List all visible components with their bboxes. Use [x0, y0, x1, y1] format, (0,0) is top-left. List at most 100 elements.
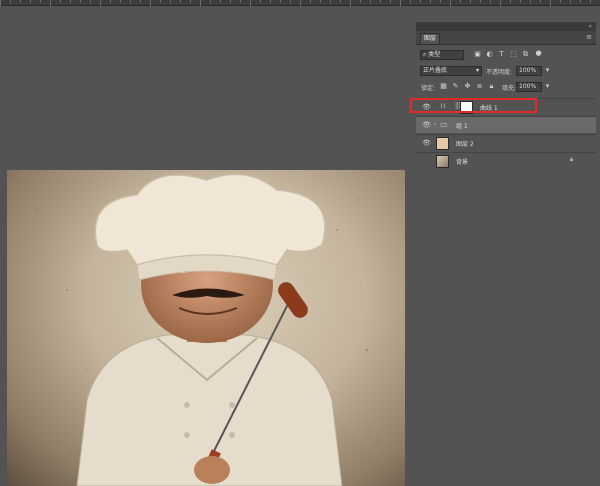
ruler-tick	[70, 0, 71, 3]
ruler-tick	[210, 0, 211, 3]
ruler-tick	[530, 0, 531, 3]
blend-mode-select[interactable]: 正片叠底 ▾	[420, 66, 482, 76]
layer-thumbnail[interactable]	[436, 137, 449, 150]
ruler-tick	[470, 0, 471, 3]
tab-layers[interactable]: 图层	[420, 33, 441, 44]
panel-header-strip: «	[416, 22, 596, 31]
filter-smart-object-icon[interactable]: ⧉	[522, 51, 529, 58]
ruler-tick	[410, 0, 411, 3]
ruler-tick	[390, 0, 391, 3]
ruler-tick	[570, 0, 571, 3]
ruler-tick	[350, 0, 351, 6]
filter-shape-icon[interactable]: ⬚	[510, 51, 517, 58]
layer-row-background[interactable]: ▫ 背景 🔒︎	[416, 152, 596, 169]
ruler-tick	[80, 0, 81, 3]
ruler-tick	[500, 0, 501, 6]
ruler-tick	[50, 0, 51, 6]
ruler-tick	[560, 0, 561, 3]
ruler-tick	[120, 0, 121, 3]
layer-row-group[interactable]: 👁︎ › ▭ 组 1	[416, 116, 596, 133]
ruler-tick	[590, 0, 591, 3]
lock-artboard-icon[interactable]: ⧈	[476, 83, 483, 90]
chevron-right-icon[interactable]: ›	[434, 121, 436, 128]
panel-menu-icon[interactable]: ≡	[586, 33, 592, 41]
ruler-tick	[250, 0, 251, 6]
filter-pixel-icon[interactable]: ▣	[474, 51, 481, 58]
layer-name: 图层 2	[456, 141, 474, 148]
ruler-tick	[480, 0, 481, 3]
ruler-tick	[230, 0, 231, 3]
layer-name: 背景	[456, 159, 469, 166]
visibility-toggle-hidden[interactable]: ▫	[422, 157, 427, 165]
fill-dropdown-icon[interactable]: ▾	[544, 83, 551, 90]
lock-row: 锁定: ▦ ✎ ✥ ⧈ 🔒︎ 填充: 100% ▾	[416, 80, 596, 95]
filter-type-icon[interactable]: T	[498, 51, 505, 58]
ruler-tick	[0, 0, 1, 6]
ruler-tick	[460, 0, 461, 3]
filter-row: ⌕ 类型 ▣ ◐ T ⬚ ⧉ ●	[416, 48, 596, 63]
ruler-tick	[260, 0, 261, 3]
collapse-panel-icon[interactable]: «	[588, 23, 592, 30]
ruler-tick	[420, 0, 421, 3]
ruler-tick	[20, 0, 21, 3]
ruler-tick	[300, 0, 301, 6]
layer-name: 组 1	[456, 123, 468, 130]
ruler-tick	[580, 0, 581, 3]
lock-position-icon[interactable]: ✥	[464, 83, 471, 90]
ruler-tick	[280, 0, 281, 3]
top-ruler	[0, 0, 600, 6]
ruler-tick	[160, 0, 161, 3]
fill-value: 100%	[519, 83, 537, 90]
visibility-eye-icon[interactable]: 👁︎	[422, 139, 431, 147]
ruler-tick	[270, 0, 271, 3]
lock-all-icon[interactable]: 🔒︎	[488, 83, 495, 90]
ruler-tick	[330, 0, 331, 3]
ruler-tick	[440, 0, 441, 3]
ruler-tick	[430, 0, 431, 3]
ruler-tick	[170, 0, 171, 3]
ruler-tick	[490, 0, 491, 3]
ruler-tick	[340, 0, 341, 3]
lock-paint-icon[interactable]: ✎	[452, 83, 459, 90]
opacity-dropdown-icon[interactable]: ▾	[544, 67, 551, 74]
filter-adjustment-icon[interactable]: ◐	[486, 51, 493, 58]
ruler-tick	[130, 0, 131, 3]
layer-thumbnail[interactable]	[436, 155, 449, 168]
opacity-label: 不透明度:	[486, 69, 513, 76]
lock-transparent-icon[interactable]: ▦	[440, 83, 447, 90]
ruler-tick	[320, 0, 321, 3]
ruler-tick	[200, 0, 201, 6]
chef-illustration	[26, 173, 378, 486]
ruler-tick	[180, 0, 181, 3]
ruler-tick	[100, 0, 101, 6]
red-highlight-box	[410, 98, 537, 113]
ruler-tick	[40, 0, 41, 3]
folder-icon: ▭	[440, 120, 448, 129]
lock-label: 锁定:	[421, 85, 436, 92]
ruler-tick	[150, 0, 151, 6]
search-icon: ⌕	[423, 51, 427, 58]
ruler-tick	[370, 0, 371, 3]
ruler-tick	[520, 0, 521, 3]
ruler-tick	[400, 0, 401, 6]
layer-filter-select[interactable]: ⌕ 类型	[420, 50, 464, 60]
lock-icon: 🔒︎	[570, 156, 574, 163]
ruler-tick	[240, 0, 241, 3]
chef-photo[interactable]	[7, 170, 405, 486]
ruler-tick	[90, 0, 91, 3]
layer-row-fill[interactable]: 👁︎ 图层 2	[416, 134, 596, 151]
ruler-tick	[110, 0, 111, 3]
fill-field[interactable]: 100%	[516, 82, 542, 92]
opacity-field[interactable]: 100%	[516, 66, 542, 76]
blend-row: 正片叠底 ▾ 不透明度: 100% ▾	[416, 64, 596, 79]
ruler-tick	[310, 0, 311, 3]
ruler-tick	[450, 0, 451, 6]
chevron-down-icon: ▾	[475, 67, 479, 74]
ruler-tick	[10, 0, 11, 3]
filter-toggle-icon[interactable]: ●	[535, 50, 542, 57]
ruler-tick	[140, 0, 141, 3]
ruler-tick	[290, 0, 291, 3]
visibility-eye-icon[interactable]: 👁︎	[422, 121, 431, 129]
ruler-tick	[60, 0, 61, 3]
panel-tabbar: 图层 ≡	[416, 31, 596, 45]
